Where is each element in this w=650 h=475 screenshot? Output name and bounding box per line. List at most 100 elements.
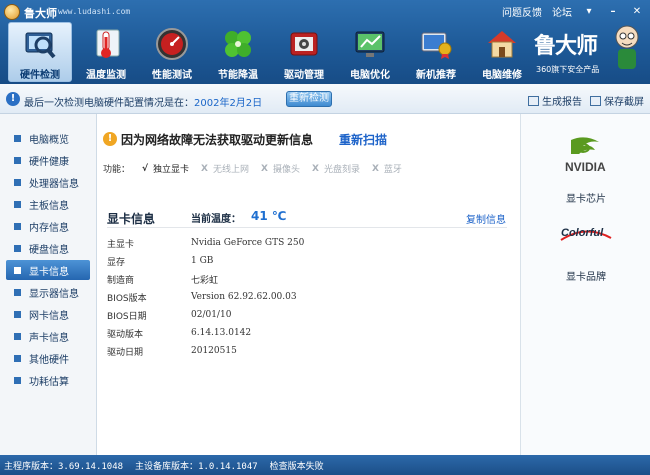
last-scan-text: 最后一次检测电脑硬件配置情况是在： — [24, 98, 194, 109]
sidebar-item-label: 显卡信息 — [29, 266, 69, 278]
function-camera: X 摄像头 — [261, 162, 300, 176]
mascot-icon — [612, 24, 642, 72]
hardware-scan-icon — [22, 27, 58, 62]
tool-driver-management[interactable]: 驱动管理 — [272, 22, 336, 82]
copy-info-link[interactable]: 复制信息 — [466, 211, 506, 226]
sidebar-item-label: 功耗估算 — [29, 376, 69, 388]
sidebar-item-label: 电脑概览 — [29, 134, 69, 146]
tool-label: 温度监测 — [86, 70, 126, 81]
sidebar-item-label: 声卡信息 — [29, 332, 69, 344]
program-version-value: 3.69.14.1048 — [58, 461, 124, 472]
function-label: 无线上网 — [213, 165, 250, 175]
nvidia-logo-text: NVIDIA — [565, 160, 606, 174]
spec-value: Version 62.92.62.00.03 — [191, 292, 297, 302]
bullet-icon — [14, 376, 21, 384]
brand-tagline: 360旗下安全产品 — [536, 65, 600, 74]
title-links: 问题反馈 论坛 ▾ – ✕ — [502, 4, 644, 19]
spec-row: 显存 1 GB — [107, 252, 507, 270]
bullet-icon — [14, 178, 21, 186]
app-logo-icon — [4, 4, 20, 20]
last-scan-info: 最后一次检测电脑硬件配置情况是在：2002年2月2日 — [24, 94, 262, 109]
sidebar-item-graphics[interactable]: 显卡信息 — [6, 260, 90, 280]
update-status[interactable]: 检查版本失败 — [270, 459, 324, 472]
bullet-icon — [14, 134, 21, 142]
info-bar: ! 最后一次检测电脑硬件配置情况是在：2002年2月2日 重新检测 生成报告 保… — [0, 84, 650, 114]
cross-icon: X — [261, 163, 268, 174]
tool-performance[interactable]: 性能测试 — [140, 22, 204, 82]
colorful-logo: Colorful — [559, 222, 613, 244]
tool-label: 节能降温 — [218, 70, 258, 81]
forum-link[interactable]: 论坛 — [552, 4, 572, 19]
bullet-icon — [14, 244, 21, 252]
sidebar: 电脑概览 硬件健康 处理器信息 主板信息 内存信息 硬盘信息 显卡信息 显示器信… — [0, 114, 97, 455]
cross-icon: X — [201, 163, 208, 174]
temperature-label: 当前温度： — [191, 214, 241, 225]
tool-label: 驱动管理 — [284, 70, 324, 81]
function-label: 蓝牙 — [383, 165, 402, 175]
bullet-icon — [14, 200, 21, 208]
sidebar-item-power[interactable]: 功耗估算 — [6, 370, 90, 390]
bullet-icon — [14, 310, 21, 318]
bullet-icon — [14, 354, 21, 362]
tool-label: 电脑维修 — [482, 70, 522, 81]
feedback-link[interactable]: 问题反馈 — [502, 4, 542, 19]
spec-row: 驱动日期 20120515 — [107, 342, 507, 360]
sidebar-item-cpu[interactable]: 处理器信息 — [6, 172, 90, 192]
menu-dropdown-icon[interactable]: ▾ — [582, 6, 596, 17]
thermometer-icon — [88, 26, 124, 62]
spec-row: 主显卡 Nvidia GeForce GTS 250 — [107, 234, 507, 252]
spec-value: 1 GB — [191, 256, 214, 266]
function-label: 摄像头 — [272, 165, 300, 175]
spec-row: BIOS版本 Version 62.92.62.00.03 — [107, 288, 507, 306]
tool-temperature[interactable]: 温度监测 — [74, 22, 138, 82]
tool-new-pc[interactable]: 新机推荐 — [404, 22, 468, 82]
sidebar-item-monitor[interactable]: 显示器信息 — [6, 282, 90, 302]
sidebar-item-disk[interactable]: 硬盘信息 — [6, 238, 90, 258]
tool-energy-saving[interactable]: 节能降温 — [206, 22, 270, 82]
spec-row: 驱动版本 6.14.13.0142 — [107, 324, 507, 342]
right-panel: NVIDIA 显卡芯片 Colorful 显卡品牌 — [520, 114, 650, 455]
function-wifi: X 无线上网 — [201, 162, 250, 176]
info-actions: 生成报告 保存截屏 — [528, 93, 644, 108]
award-monitor-icon — [418, 26, 454, 62]
sidebar-item-label: 显示器信息 — [29, 288, 79, 300]
spec-value: Nvidia GeForce GTS 250 — [191, 238, 305, 248]
generate-report-label: 生成报告 — [542, 97, 582, 108]
sidebar-item-sound[interactable]: 声卡信息 — [6, 326, 90, 346]
generate-report-button[interactable]: 生成报告 — [528, 93, 582, 108]
sidebar-item-label: 内存信息 — [29, 222, 69, 234]
function-label: 光盘刻录 — [323, 165, 360, 175]
bullet-icon — [14, 288, 21, 296]
app-url: www.ludashi.com — [58, 7, 131, 16]
bullet-icon — [14, 266, 21, 274]
save-screenshot-button[interactable]: 保存截屏 — [590, 93, 644, 108]
recheck-button[interactable]: 重新检测 — [286, 91, 332, 107]
check-icon: √ — [142, 163, 149, 174]
spec-key: BIOS日期 — [107, 311, 147, 322]
spec-key: 显存 — [107, 257, 126, 268]
nvidia-logo: NVIDIA — [563, 136, 621, 176]
sidebar-item-motherboard[interactable]: 主板信息 — [6, 194, 90, 214]
rescan-link[interactable]: 重新扫描 — [339, 131, 387, 148]
speedometer-icon — [154, 26, 190, 62]
app-title: 鲁大师 — [24, 7, 57, 20]
function-label: 独立显卡 — [153, 165, 190, 175]
tool-label: 性能测试 — [152, 70, 192, 81]
sidebar-item-overview[interactable]: 电脑概览 — [6, 128, 90, 148]
close-icon[interactable]: ✕ — [630, 6, 644, 17]
sidebar-item-other[interactable]: 其他硬件 — [6, 348, 90, 368]
spec-key: BIOS版本 — [107, 293, 147, 304]
sidebar-item-health[interactable]: 硬件健康 — [6, 150, 90, 170]
sidebar-item-network[interactable]: 网卡信息 — [6, 304, 90, 324]
spec-key: 主显卡 — [107, 239, 135, 250]
minimize-icon[interactable]: – — [606, 6, 620, 17]
tool-hardware-scan[interactable]: 硬件检测 — [8, 22, 72, 82]
tool-pc-optimize[interactable]: 电脑优化 — [338, 22, 402, 82]
warning-icon: ! — [103, 132, 117, 146]
db-version-value: 1.0.14.1047 — [198, 461, 258, 472]
bullet-icon — [14, 156, 21, 164]
temperature-value: 41 ℃ — [251, 209, 287, 223]
sidebar-item-memory[interactable]: 内存信息 — [6, 216, 90, 236]
cross-icon: X — [311, 163, 319, 174]
tool-label: 电脑优化 — [350, 70, 390, 81]
